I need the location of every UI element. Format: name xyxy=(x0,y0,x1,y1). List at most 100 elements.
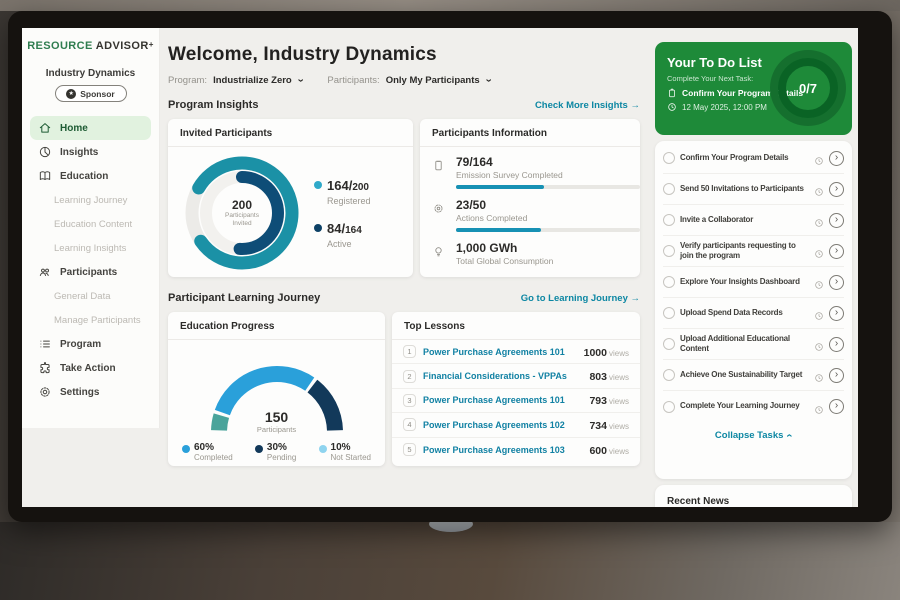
stat-label: Actions Completed xyxy=(456,213,628,223)
lesson-row[interactable]: 3 Power Purchase Agreements 101 793views xyxy=(392,389,640,413)
clock-icon xyxy=(814,402,824,412)
participants-dropdown-label: Participants: xyxy=(327,75,379,86)
lesson-row[interactable]: 5 Power Purchase Agreements 103 600views xyxy=(392,438,640,462)
go-to-learning-journey-link[interactable]: Go to Learning Journey → xyxy=(521,293,640,304)
sidebar-item-label: Participants xyxy=(60,267,117,278)
chevron-right-button[interactable]: › xyxy=(829,182,844,197)
todo-due-label: 12 May 2025, 12:00 PM xyxy=(682,103,767,112)
task-item[interactable]: Complete Your Learning Journey › xyxy=(663,391,844,422)
chevron-right-button[interactable]: › xyxy=(829,306,844,321)
task-checkbox[interactable] xyxy=(663,183,675,195)
sidebar-item-general-data[interactable]: General Data xyxy=(30,284,151,308)
sidebar-item-manage-participants[interactable]: Manage Participants xyxy=(30,308,151,332)
home-icon xyxy=(38,121,52,135)
task-checkbox[interactable] xyxy=(663,245,675,257)
participants-dropdown[interactable]: Participants: Only My Participants › xyxy=(327,75,489,86)
task-item[interactable]: Upload Spend Data Records › xyxy=(663,298,844,329)
task-item[interactable]: Verify participants requesting to join t… xyxy=(663,236,844,267)
section-title: Participant Learning Journey xyxy=(168,292,320,304)
lesson-row[interactable]: 1 Power Purchase Agreements 101 1000view… xyxy=(392,340,640,364)
task-item[interactable]: Invite a Collaborator › xyxy=(663,205,844,236)
lesson-link[interactable]: Power Purchase Agreements 102 xyxy=(423,420,582,430)
education-progress-card: Education Progress 150 Participants 60% … xyxy=(168,312,385,466)
arrow-right-icon: → xyxy=(631,100,641,111)
page-title: Welcome, Industry Dynamics xyxy=(168,44,640,66)
legend-label: Completed xyxy=(194,453,233,462)
chevron-right-button[interactable]: › xyxy=(829,213,844,228)
sidebar-item-take-action[interactable]: Take Action xyxy=(30,356,151,380)
filters-row: Program: Industrialize Zero › Participan… xyxy=(168,75,640,86)
card-title: Invited Participants xyxy=(168,119,413,147)
sidebar-item-education-content[interactable]: Education Content xyxy=(30,212,151,236)
task-checkbox[interactable] xyxy=(663,307,675,319)
task-item[interactable]: Explore Your Insights Dashboard › xyxy=(663,267,844,298)
chevron-right-button[interactable]: › xyxy=(829,244,844,259)
task-checkbox[interactable] xyxy=(663,401,675,413)
gauge-center-caption: Participants xyxy=(192,425,362,434)
participants-dropdown-value: Only My Participants xyxy=(386,75,480,86)
collapse-label: Collapse Tasks xyxy=(715,430,783,441)
progress-track xyxy=(456,228,640,232)
task-checkbox[interactable] xyxy=(663,152,675,164)
arrow-right-icon: → xyxy=(631,293,641,304)
sidebar-item-learning-insights[interactable]: Learning Insights xyxy=(30,236,151,260)
lesson-link[interactable]: Power Purchase Agreements 101 xyxy=(423,395,582,405)
task-label: Achieve One Sustainability Target xyxy=(680,370,809,380)
gauge-center-value: 150 xyxy=(192,409,362,425)
donut-center-value: 200 xyxy=(232,198,252,212)
insights-cards-row: Invited Participants 200 Participants In… xyxy=(168,119,640,277)
sidebar-item-insights[interactable]: Insights xyxy=(30,140,151,164)
lesson-rank: 5 xyxy=(403,443,416,456)
program-dropdown-value: Industrialize Zero xyxy=(213,75,292,86)
lesson-row[interactable]: 4 Power Purchase Agreements 102 734views xyxy=(392,413,640,437)
top-lessons-card: Top Lessons 1 Power Purchase Agreements … xyxy=(392,312,640,466)
task-item[interactable]: Upload Additional Educational Content › xyxy=(663,329,844,360)
sidebar-item-settings[interactable]: Settings xyxy=(30,380,151,404)
sidebar-item-home[interactable]: Home xyxy=(30,116,151,140)
lesson-link[interactable]: Power Purchase Agreements 103 xyxy=(423,445,582,455)
chevron-right-button[interactable]: › xyxy=(829,275,844,290)
take-action-icon xyxy=(38,361,52,375)
stat-actions-completed: 23/50 Actions Completed xyxy=(432,198,628,232)
legend-dot xyxy=(255,445,263,453)
legend-dot xyxy=(182,445,190,453)
sidebar-item-label: Settings xyxy=(60,387,99,398)
program-dropdown[interactable]: Program: Industrialize Zero › xyxy=(168,75,301,86)
sidebar-item-participants[interactable]: Participants xyxy=(30,260,151,284)
sidebar-item-learning-journey[interactable]: Learning Journey xyxy=(30,188,151,212)
legend-label: Registered xyxy=(327,196,371,206)
card-title: Participants Information xyxy=(420,119,640,147)
sidebar-item-label: General Data xyxy=(54,291,111,302)
task-checkbox[interactable] xyxy=(663,276,675,288)
task-label: Verify participants requesting to join t… xyxy=(680,241,809,262)
task-item[interactable]: Confirm Your Program Details › xyxy=(663,143,844,174)
task-item[interactable]: Send 50 Invitations to Participants › xyxy=(663,174,844,205)
background-desk xyxy=(0,522,900,600)
task-label: Explore Your Insights Dashboard xyxy=(680,277,809,287)
legend-item-completed: 60% Completed xyxy=(182,442,233,462)
settings-icon xyxy=(38,385,52,399)
background-wall xyxy=(0,0,900,11)
sidebar-item-program[interactable]: Program xyxy=(30,332,151,356)
sidebar: RESOURCE ADVISOR+ Industry Dynamics ★ Sp… xyxy=(22,28,160,428)
task-checkbox[interactable] xyxy=(663,338,675,350)
clock-icon xyxy=(814,246,824,256)
chevron-right-button[interactable]: › xyxy=(829,368,844,383)
section-title: Program Insights xyxy=(168,99,258,111)
check-more-insights-link[interactable]: Check More Insights → xyxy=(535,100,640,111)
sidebar-item-education[interactable]: Education xyxy=(30,164,151,188)
task-checkbox[interactable] xyxy=(663,214,675,226)
lesson-link[interactable]: Power Purchase Agreements 101 xyxy=(423,347,577,357)
collapse-tasks-link[interactable]: Collapse Tasks › xyxy=(663,422,844,448)
education-gauge-chart: 150 Participants xyxy=(192,348,362,434)
lesson-link[interactable]: Financial Considerations - VPPAs xyxy=(423,371,582,381)
task-item[interactable]: Achieve One Sustainability Target › xyxy=(663,360,844,391)
task-checkbox[interactable] xyxy=(663,369,675,381)
chevron-right-button[interactable]: › xyxy=(829,151,844,166)
lesson-row[interactable]: 2 Financial Considerations - VPPAs 803vi… xyxy=(392,364,640,388)
chevron-right-button[interactable]: › xyxy=(829,337,844,352)
sidebar-item-label: Program xyxy=(60,339,101,350)
lesson-views: 803 xyxy=(589,371,607,383)
participants-icon xyxy=(38,265,52,279)
chevron-right-button[interactable]: › xyxy=(829,399,844,414)
